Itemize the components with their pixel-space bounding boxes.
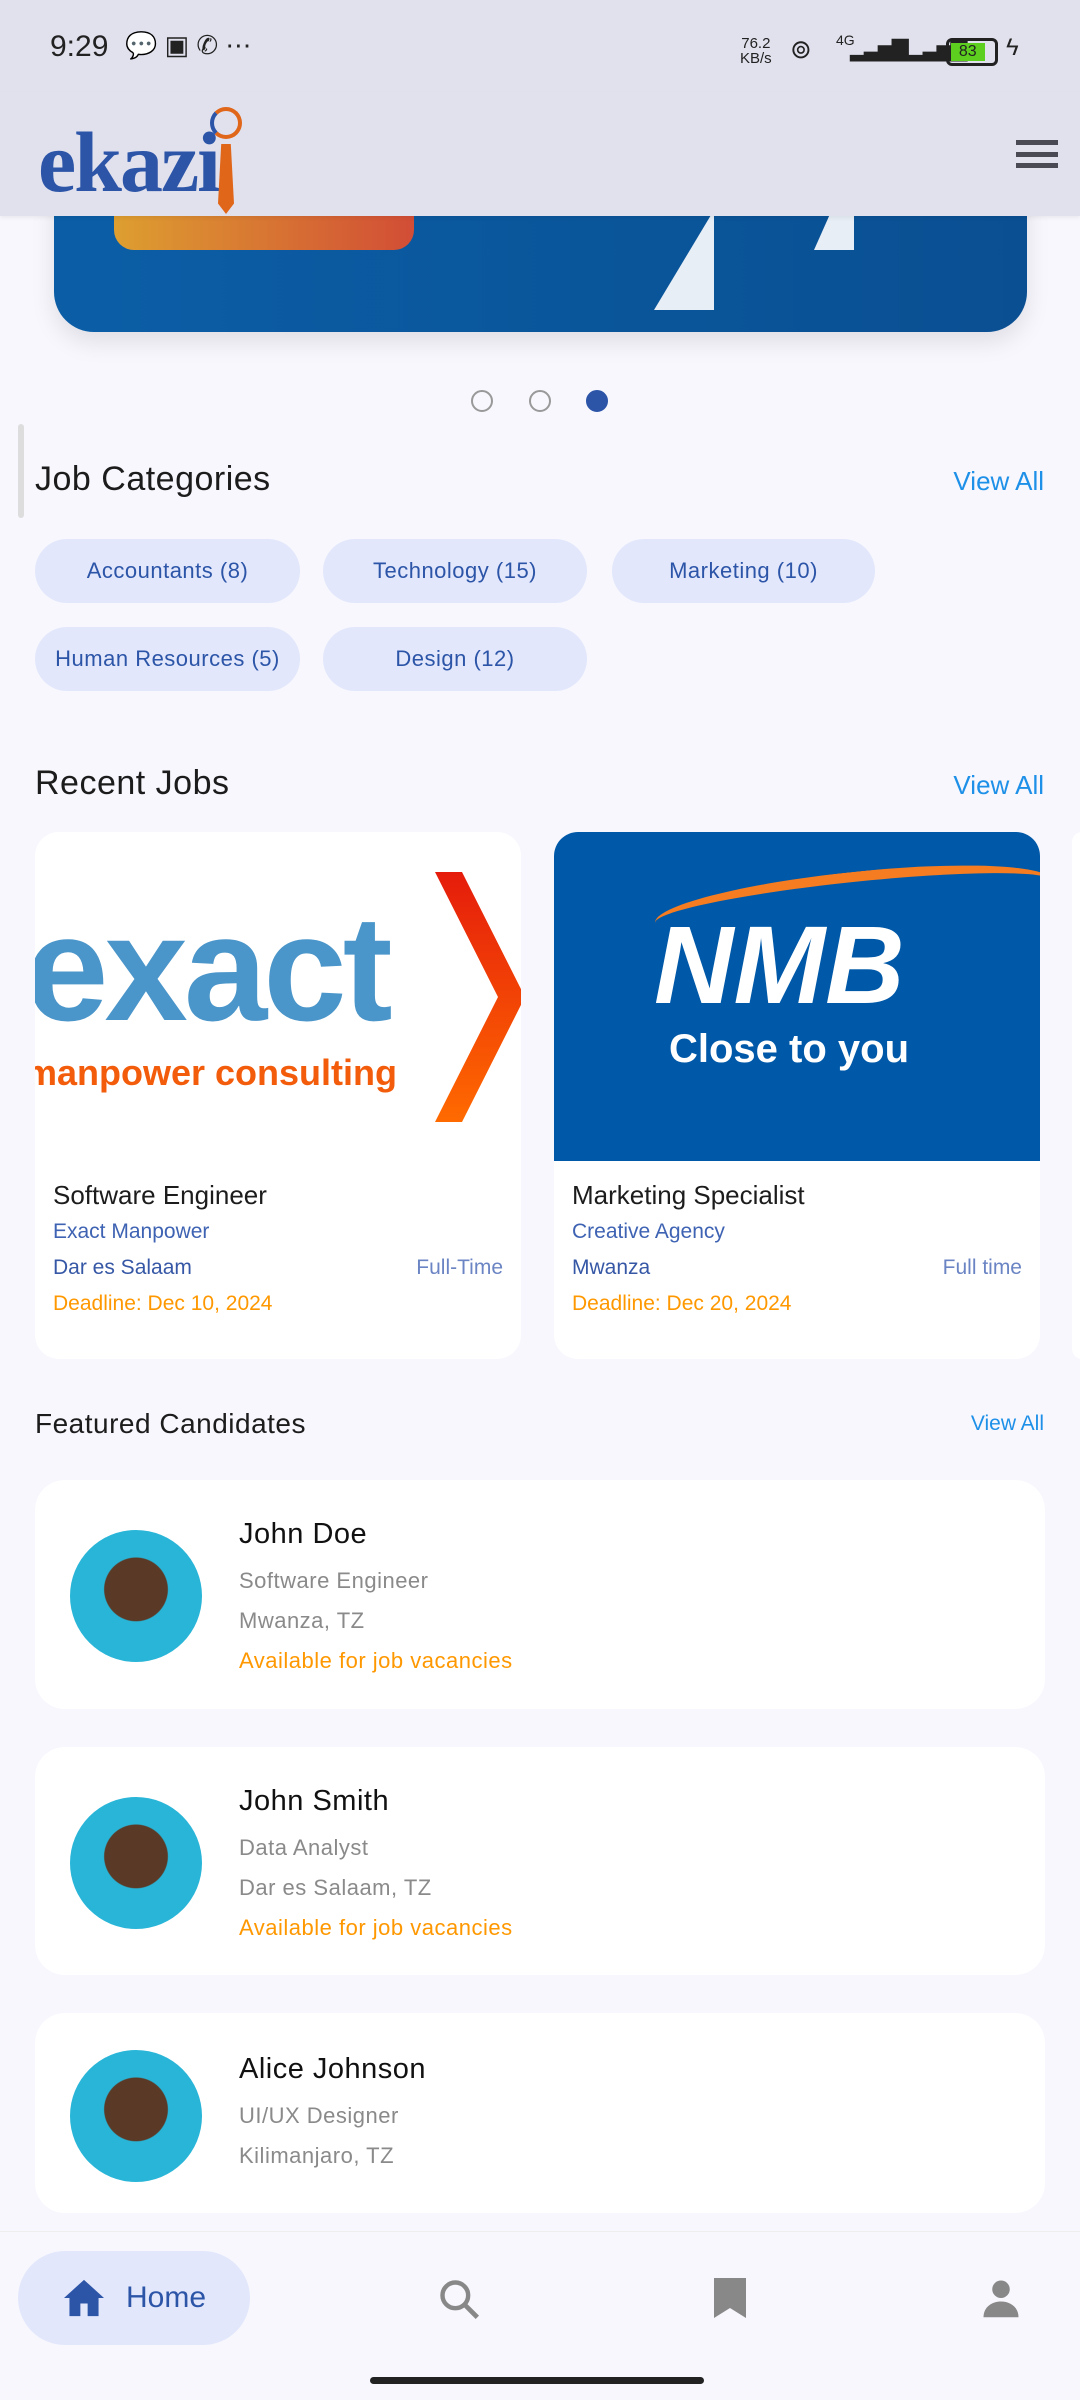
home-icon	[63, 2279, 104, 2317]
status-bar: 9:29 💬 ▣ ✆ ⋯ 76.2 KB/s ⊚ 4G ▂▃▅▇ ▂▃▅▇ 83 …	[0, 0, 1080, 92]
logo-tie-icon	[210, 107, 242, 139]
candidate-location: Kilimanjaro, TZ	[239, 2143, 395, 2168]
categories-view-all-link[interactable]: View All	[953, 466, 1044, 497]
category-chip[interactable]: Human Resources (5)	[35, 627, 300, 691]
battery-icon: 83	[946, 38, 998, 66]
ekazi-logo[interactable]: ekazi	[38, 112, 221, 212]
job-title: Software Engineer	[53, 1180, 267, 1210]
hotspot-icon: ⊚	[790, 34, 812, 64]
net-speed-unit: KB/s	[740, 50, 772, 67]
job-title: Marketing Specialist	[572, 1180, 805, 1210]
logo-chevron	[435, 872, 521, 1122]
job-deadline: Deadline: Dec 10, 2024	[53, 1292, 273, 1315]
candidate-availability: Available for job vacancies	[239, 1648, 513, 1673]
job-card-peek[interactable]	[1072, 832, 1080, 1359]
company-logo-image: NMB Close to you	[554, 832, 1040, 1161]
avatar	[70, 2050, 202, 2182]
logo-tie-shape	[218, 144, 234, 214]
job-location: Dar es Salaam	[53, 1256, 192, 1279]
candidate-card[interactable]: Alice Johnson UI/UX Designer Kilimanjaro…	[35, 2013, 1045, 2213]
status-time: 9:29	[50, 30, 109, 63]
scroll-indicator	[18, 424, 24, 518]
category-chip[interactable]: Accountants (8)	[35, 539, 300, 603]
logo-main-text: exact	[35, 884, 393, 1052]
candidate-role: UI/UX Designer	[239, 2103, 399, 2128]
candidate-card[interactable]: John Doe Software Engineer Mwanza, TZ Av…	[35, 1480, 1045, 1709]
nav-home[interactable]: Home	[18, 2251, 250, 2345]
featured-candidates-title: Featured Candidates	[35, 1408, 307, 1439]
job-categories-title: Job Categories	[35, 460, 271, 498]
candidate-name: Alice Johnson	[239, 2053, 427, 2085]
carousel-dot-2[interactable]	[529, 390, 551, 412]
nav-home-label: Home	[125, 2281, 207, 2314]
gesture-bar[interactable]	[370, 2377, 704, 2384]
app-header: ekazi	[0, 92, 1080, 216]
jobs-view-all-link[interactable]: View All	[953, 770, 1044, 801]
job-deadline: Deadline: Dec 20, 2024	[572, 1292, 792, 1315]
paper-plane-icon	[654, 210, 714, 310]
candidates-view-all-link[interactable]: View All	[971, 1412, 1044, 1436]
avatar	[70, 1797, 202, 1929]
job-company: Exact Manpower	[53, 1220, 210, 1243]
search-icon[interactable]	[437, 2277, 481, 2321]
job-location: Mwanza	[572, 1256, 651, 1279]
candidate-location: Mwanza, TZ	[239, 1608, 365, 1633]
job-card[interactable]: NMB Close to you Marketing Specialist Cr…	[554, 832, 1040, 1359]
profile-icon[interactable]	[980, 2277, 1022, 2319]
candidate-role: Software Engineer	[239, 1568, 429, 1593]
logo-text: ekazi	[38, 114, 221, 210]
logo-main-text: NMB	[654, 904, 905, 1027]
category-chip[interactable]: Marketing (10)	[612, 539, 875, 603]
hamburger-menu-icon[interactable]	[1016, 140, 1058, 168]
candidate-card[interactable]: John Smith Data Analyst Dar es Salaam, T…	[35, 1747, 1045, 1975]
charging-icon: ϟ	[1006, 34, 1019, 61]
candidate-role: Data Analyst	[239, 1835, 369, 1860]
carousel-dot-3[interactable]	[586, 390, 608, 412]
net-speed: 76.2 KB/s	[740, 36, 772, 66]
bookmark-icon[interactable]	[712, 2276, 748, 2320]
category-chip[interactable]: Design (12)	[323, 627, 587, 691]
battery-level: 83	[951, 43, 985, 61]
job-type: Full-Time	[416, 1256, 503, 1279]
carousel-dot-1[interactable]	[471, 390, 493, 412]
logo-sub-text: Close to you	[669, 1027, 910, 1071]
company-logo-image: exact manpower consulting	[35, 832, 521, 1161]
job-type: Full time	[942, 1256, 1022, 1279]
logo-sub-text: manpower consulting	[35, 1052, 398, 1093]
category-chip[interactable]: Technology (15)	[323, 539, 587, 603]
job-card[interactable]: exact manpower consulting Software Engin…	[35, 832, 521, 1359]
candidate-location: Dar es Salaam, TZ	[239, 1875, 432, 1900]
job-company: Creative Agency	[572, 1220, 725, 1243]
candidate-name: John Smith	[239, 1785, 390, 1817]
bottom-nav: Home	[0, 2231, 1080, 2400]
recent-jobs-title: Recent Jobs	[35, 764, 230, 802]
avatar	[70, 1530, 202, 1662]
notification-icons: 💬 ▣ ✆ ⋯	[125, 30, 252, 60]
candidate-availability: Available for job vacancies	[239, 1915, 513, 1940]
candidate-name: John Doe	[239, 1518, 368, 1550]
